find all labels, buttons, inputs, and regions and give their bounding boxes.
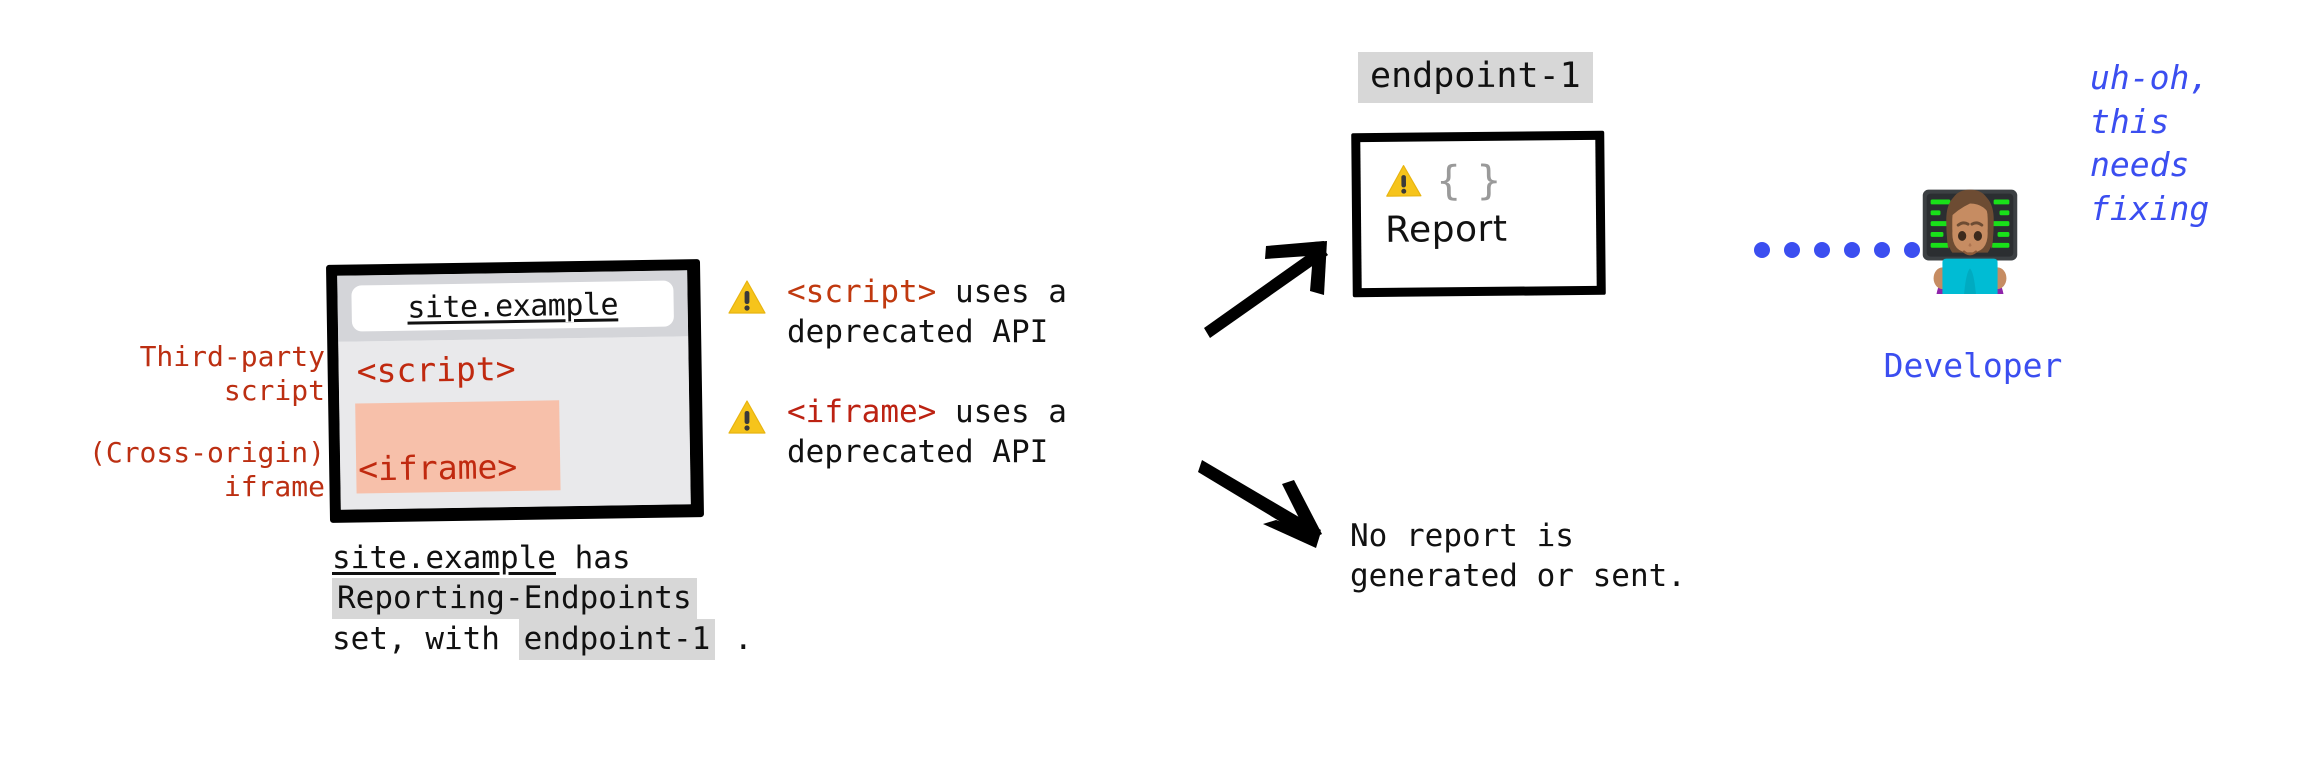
caption-site-name: site.example [332,540,556,576]
connector-dot [1844,242,1860,258]
third-party-script-label: Third-party script [139,340,325,408]
caption-period: . [733,620,753,657]
browser-viewport: site.example <script> <iframe> [337,270,691,510]
warning-row-iframe: <iframe> uses a deprecated API [727,392,1067,473]
report-label: Report [1384,208,1508,251]
diagram-canvas: Third-party script (Cross-origin) iframe… [0,0,2324,762]
warning-triangle-icon [1385,163,1423,201]
developer-avatar [1886,168,2054,294]
report-box: { } Report [1351,130,1606,298]
iframe-highlight-block: <iframe> [355,400,561,494]
caption-endpoint-code: endpoint-1 [518,618,716,660]
developer-label: Developer [1883,346,2063,385]
browser-chrome: site.example [337,270,689,342]
arrow-to-no-report-icon [1198,458,1348,572]
caption-set-with: set, with [332,620,500,657]
arrow-to-report-icon [1196,228,1346,342]
caption-line-3: set, with endpoint-1 . [332,618,892,660]
caption-line-2: Reporting-Endpoints [332,578,892,620]
report-glyph-row: { } [1384,157,1498,205]
page-body: <script> <iframe> [338,336,691,510]
warning-triangle-icon [727,278,767,318]
warning-triangle-icon [727,398,767,438]
browser-caption: site.example has Reporting-Endpoints set… [332,538,892,660]
warning-iframe-tag: <iframe> [787,394,937,430]
warning-iframe-line1: uses a [936,394,1067,430]
connector-dot [1784,242,1800,258]
connector-dot [1754,242,1770,258]
caption-has-word: has [574,540,631,576]
iframe-tag-text: <iframe> [357,446,518,489]
cross-origin-iframe-label: (Cross-origin) iframe [88,436,325,504]
caption-line-1: site.example has [332,538,892,578]
endpoint-name-badge: endpoint-1 [1358,52,1593,103]
browser-window: site.example <script> <iframe> [325,259,705,523]
json-braces-icon: { } [1436,157,1498,205]
no-report-text: No report is generated or sent. [1350,518,1686,595]
url-bar[interactable]: site.example [351,280,675,332]
report-box-inner: { } Report [1360,139,1597,289]
script-tag-text: <script> [356,348,516,391]
warning-script-line2: deprecated API [787,314,1049,351]
warning-script-tag: <script> [787,274,937,310]
woman-technologist-emoji [1922,189,2018,294]
developer-speech-text: uh-oh, this needs fixing [2090,58,2210,228]
warning-row-script: <script> uses a deprecated API [727,272,1067,353]
url-text: site.example [407,286,619,326]
left-annotations: Third-party script (Cross-origin) iframe [60,340,325,505]
warning-iframe-line2: deprecated API [787,434,1049,471]
warning-text-script: <script> uses a deprecated API [787,272,1067,353]
warning-script-line1: uses a [936,274,1067,310]
caption-reporting-endpoints-code: Reporting-Endpoints [332,578,697,620]
connector-dot [1814,242,1830,258]
warning-text-iframe: <iframe> uses a deprecated API [787,392,1067,473]
